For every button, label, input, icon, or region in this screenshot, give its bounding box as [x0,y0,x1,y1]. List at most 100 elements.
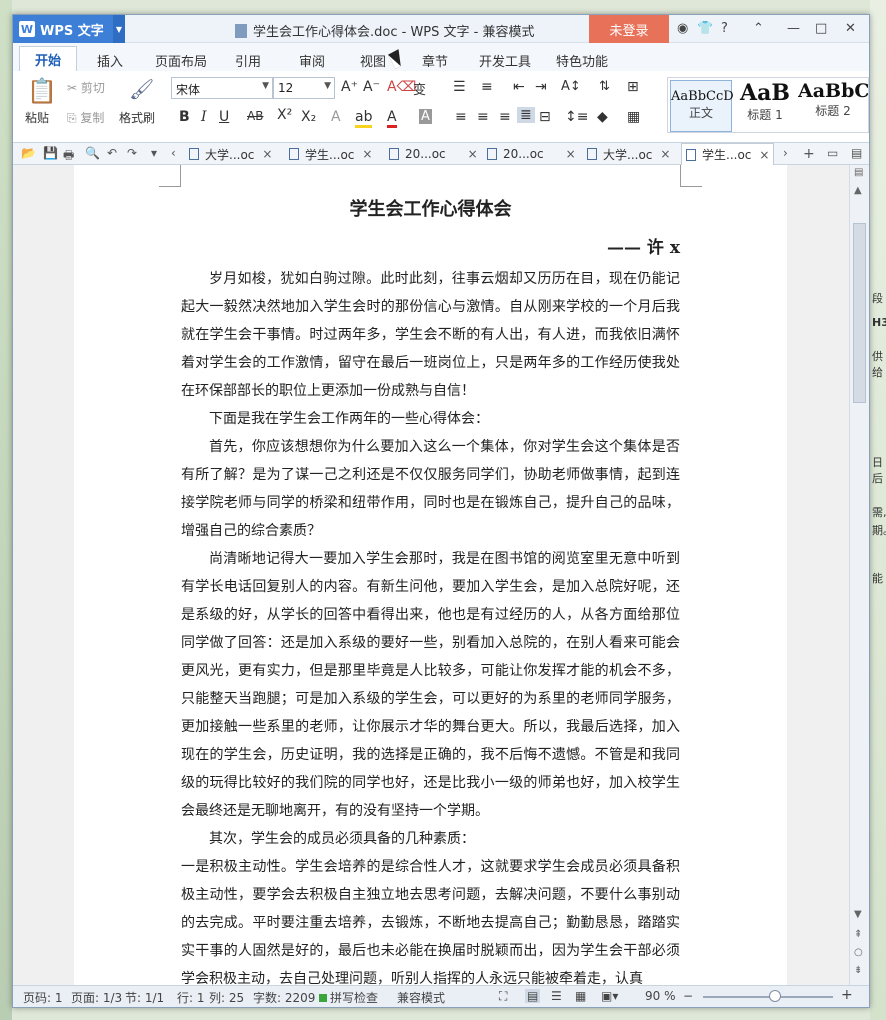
vertical-scrollbar[interactable]: ▤ ▲ ▼ ⇞ ○ ⇟ [849,165,869,985]
bullet-list-icon[interactable]: ☰ [453,79,466,95]
align-justify-icon[interactable]: ≣ [517,107,535,123]
doc-tab-active[interactable]: 学生...oc × [681,143,775,165]
underline-icon[interactable]: U [219,109,229,125]
fill-icon[interactable]: ◆ [597,109,608,125]
zoom-in-icon[interactable]: + [841,987,853,1003]
align-left-icon[interactable]: ≡ [455,109,467,125]
prev-page-icon[interactable]: ⇞ [854,929,862,940]
strikethrough-icon[interactable]: AB [247,109,263,123]
paste-button[interactable]: 粘贴 [25,109,49,126]
new-tab-icon[interactable]: + [803,146,815,162]
tab-developer[interactable]: 开发工具 [479,51,531,70]
scroll-up-icon[interactable]: ▲ [854,185,862,196]
style-normal[interactable]: AaBbCcD 正文 [670,80,734,132]
doc-tab[interactable]: 大学...oc × [587,143,670,165]
status-words[interactable]: 字数: 2209 [253,989,315,1006]
next-page-icon[interactable]: ⇟ [854,965,862,976]
open-folder-icon[interactable]: 📂 [21,146,36,160]
select-browse-icon[interactable]: ○ [854,947,863,958]
doc-tab[interactable]: 20...oc × [389,143,478,165]
style-heading-1[interactable]: AaB 标题 1 [734,80,796,132]
spell-check-toggle[interactable]: 拼写检查 [319,989,378,1006]
align-center-icon[interactable]: ≡ [477,109,489,125]
outline-view-icon[interactable]: ☰ [551,989,562,1003]
close-button[interactable]: ✕ [845,21,856,36]
redo-icon[interactable]: ↷ [127,146,137,160]
format-painter-button[interactable]: 格式刷 [119,109,155,126]
decrease-indent-icon[interactable]: ⇤ [513,79,525,95]
chevron-down-icon[interactable]: ▾ [151,146,157,160]
zoom-out-icon[interactable]: − [683,989,693,1003]
status-column[interactable]: 列: 25 [209,989,244,1006]
paste-icon[interactable]: 📋 [27,77,57,105]
close-icon[interactable]: × [468,147,478,161]
status-pages[interactable]: 页面: 1/3 [71,989,122,1006]
close-icon[interactable]: × [262,147,272,161]
save-icon[interactable]: 💾 [43,146,58,160]
numbered-list-icon[interactable]: ≡ [481,79,493,95]
tab-chapter[interactable]: 章节 [422,51,448,70]
distribute-icon[interactable]: ⊟ [539,109,551,125]
scrollbar-thumb[interactable] [853,223,866,403]
print-preview-icon[interactable]: 🔍 [85,146,100,160]
clear-format-icon[interactable]: A⌫ [387,79,416,95]
status-page-code[interactable]: 页码: 1 [23,989,63,1006]
format-painter-icon[interactable]: 🖌 [129,77,154,101]
shrink-font-icon[interactable]: A⁻ [363,79,380,95]
zoom-level[interactable]: 90 % [645,989,676,1003]
app-menu-button[interactable]: W WPS 文字 ▼ [13,15,125,43]
highlight-icon[interactable]: ab [355,109,373,128]
status-line[interactable]: 行: 1 [177,989,205,1006]
close-icon[interactable]: × [566,147,576,161]
char-shading-icon[interactable]: A [419,109,432,124]
line-spacing-icon[interactable]: ↕≡ [565,109,588,125]
text-effect-icon[interactable]: A [331,109,341,125]
sort-icon[interactable]: ⇅ [599,79,610,94]
copy-button[interactable]: ⎘ 复制 [67,109,104,126]
skin-icon[interactable]: ◉ [677,21,688,36]
border-icon[interactable]: ▦ [627,109,640,125]
italic-icon[interactable]: I [201,109,207,125]
window-menu-icon[interactable]: ▤ [851,146,862,160]
subscript-icon[interactable]: X₂ [301,109,316,125]
undo-icon[interactable]: ↶ [107,146,117,160]
close-icon[interactable]: × [759,148,769,162]
cut-button[interactable]: ✂ 剪切 [67,79,105,96]
zoom-slider-knob[interactable] [768,990,781,1002]
tab-references[interactable]: 引用 [235,51,261,70]
tab-home[interactable]: 开始 [19,46,77,71]
ruler-toggle-icon[interactable]: ▤ [854,167,863,178]
page-view-icon[interactable]: ▤ [525,989,541,1003]
tab-review[interactable]: 审阅 [299,51,325,70]
doc-tab[interactable]: 大学...oc × [189,143,272,165]
chevron-down-icon[interactable]: ▼ [113,15,125,43]
zoom-slider[interactable] [703,996,833,998]
collapse-ribbon-icon[interactable]: ⌃ [753,21,764,36]
tab-list-icon[interactable]: ▭ [827,146,838,160]
pinyin-icon[interactable]: 变 [413,79,426,98]
font-size-alt-icon[interactable]: A↕ [561,79,581,94]
font-name-select[interactable]: 宋体 ▼ [171,77,273,99]
font-color-icon[interactable]: A [387,109,397,128]
superscript-icon[interactable]: X² [277,107,292,123]
document-body[interactable]: 岁月如梭，犹如白驹过隙。此时此刻，往事云烟却又历历在目，现在仍能记起大一毅然决然… [181,265,680,985]
web-view-icon[interactable]: ▦ [575,989,586,1003]
scroll-down-icon[interactable]: ▼ [854,909,862,920]
reading-view-icon[interactable]: ▣▾ [601,989,618,1003]
print-icon[interactable]: 🖶 [63,146,74,167]
tab-insert[interactable]: 插入 [97,51,123,70]
document-page[interactable]: 学生会工作心得体会 —— 许 x 岁月如梭，犹如白驹过隙。此时此刻，往事云烟却又… [74,165,787,985]
tab-page-layout[interactable]: 页面布局 [155,51,207,70]
table-icon[interactable]: ⊞ [627,79,639,95]
close-icon[interactable]: × [660,147,670,161]
tabs-left-icon[interactable]: ‹ [171,146,176,160]
style-heading-2[interactable]: AaBbC 标题 2 [798,80,868,132]
tab-view[interactable]: 视图 [360,51,386,70]
align-right-icon[interactable]: ≡ [499,109,511,125]
status-section[interactable]: 节: 1/1 [125,989,164,1006]
help-icon[interactable]: ? [721,21,728,36]
font-size-select[interactable]: 12 ▼ [273,77,335,99]
shirt-icon[interactable]: 👕 [697,21,713,36]
full-screen-icon[interactable]: ⛶ [499,989,507,1004]
minimize-button[interactable]: — [787,21,800,36]
